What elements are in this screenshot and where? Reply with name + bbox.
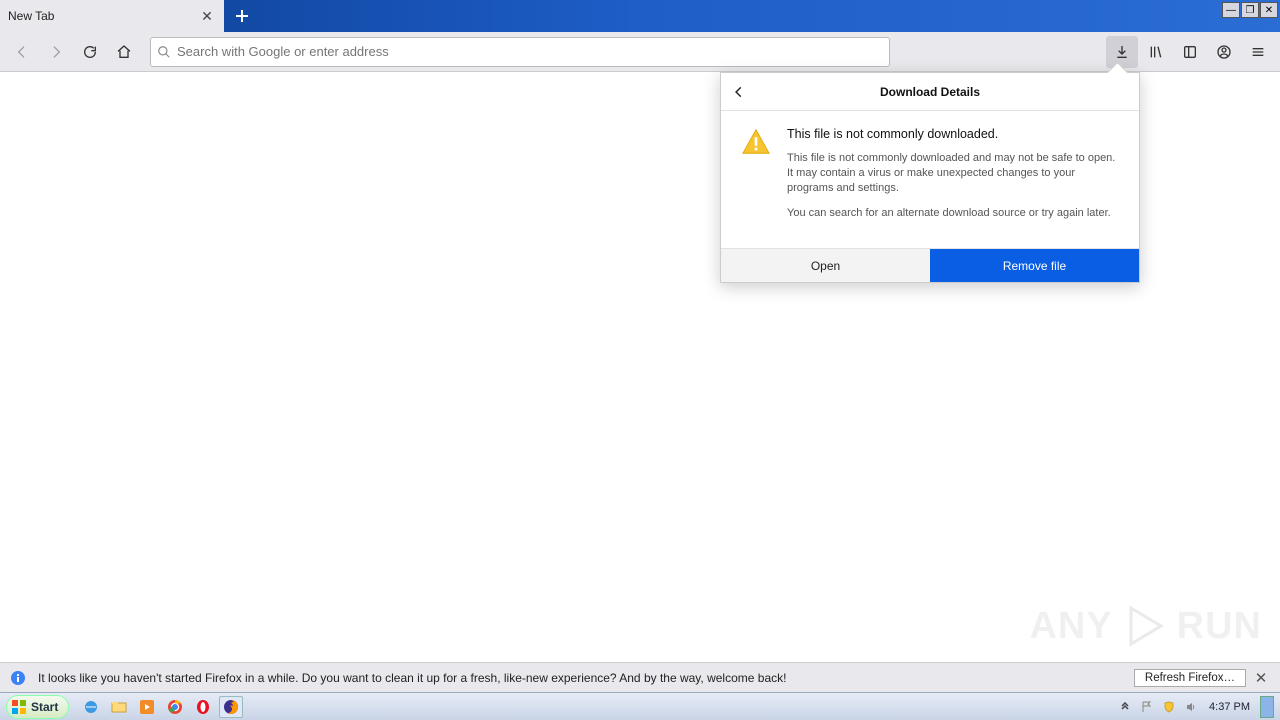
taskbar-ie-icon[interactable]	[79, 696, 103, 718]
window-controls: ― ❐ ✕	[1221, 0, 1280, 32]
minimize-button[interactable]: ―	[1222, 2, 1240, 18]
warning-icon	[741, 127, 771, 230]
back-button[interactable]	[6, 36, 38, 68]
window-titlebar: New Tab ✕ ― ❐ ✕	[0, 0, 1280, 32]
browser-toolbar	[0, 32, 1280, 72]
sidebar-button[interactable]	[1174, 36, 1206, 68]
search-icon	[157, 45, 171, 59]
taskbar-opera-icon[interactable]	[191, 696, 215, 718]
tray-expand-icon[interactable]	[1117, 699, 1133, 715]
tray-volume-icon[interactable]	[1183, 699, 1199, 715]
menu-button[interactable]	[1242, 36, 1274, 68]
tray-flag-icon[interactable]	[1139, 699, 1155, 715]
panel-buttons: Open Remove file	[721, 248, 1139, 282]
panel-body: This file is not commonly downloaded. Th…	[721, 111, 1139, 248]
taskbar-chrome-icon[interactable]	[163, 696, 187, 718]
warning-heading: This file is not commonly downloaded.	[787, 127, 1119, 141]
home-button[interactable]	[108, 36, 140, 68]
taskbar-media-icon[interactable]	[135, 696, 159, 718]
panel-title: Download Details	[721, 85, 1139, 99]
panel-back-button[interactable]	[721, 74, 757, 110]
panel-text: This file is not commonly downloaded. Th…	[787, 127, 1119, 230]
toolbar-right	[1106, 36, 1274, 68]
system-tray: 4:37 PM	[1117, 696, 1280, 718]
taskbar-firefox-icon[interactable]	[219, 696, 243, 718]
reload-button[interactable]	[74, 36, 106, 68]
chevron-left-icon	[732, 85, 746, 99]
windows-logo-icon	[11, 699, 27, 715]
start-label: Start	[31, 700, 58, 714]
start-button[interactable]: Start	[6, 695, 69, 719]
show-desktop-button[interactable]	[1260, 696, 1274, 718]
info-icon	[10, 670, 26, 686]
warning-body-1: This file is not commonly downloaded and…	[787, 151, 1119, 196]
notification-text: It looks like you haven't started Firefo…	[38, 671, 786, 685]
refresh-firefox-button[interactable]: Refresh Firefox…	[1134, 669, 1246, 687]
new-tab-button[interactable]	[224, 0, 260, 32]
forward-button[interactable]	[40, 36, 72, 68]
downloads-button[interactable]	[1106, 36, 1138, 68]
library-button[interactable]	[1140, 36, 1172, 68]
taskbar-explorer-icon[interactable]	[107, 696, 131, 718]
browser-tab[interactable]: New Tab ✕	[0, 0, 224, 32]
tray-clock[interactable]: 4:37 PM	[1205, 701, 1254, 713]
tab-title: New Tab	[8, 9, 54, 23]
warning-body-2: You can search for an alternate download…	[787, 206, 1119, 221]
notification-actions: Refresh Firefox… ✕	[1134, 669, 1270, 687]
maximize-button[interactable]: ❐	[1241, 2, 1259, 18]
open-button[interactable]: Open	[721, 249, 930, 282]
download-details-panel: Download Details This file is not common…	[720, 72, 1140, 283]
notification-bar: It looks like you haven't started Firefo…	[0, 662, 1280, 692]
url-bar[interactable]	[150, 37, 890, 67]
taskbar: Start 4:37 PM	[0, 692, 1280, 720]
close-window-button[interactable]: ✕	[1260, 2, 1278, 18]
url-input[interactable]	[177, 44, 883, 59]
taskbar-apps	[75, 696, 243, 718]
panel-header: Download Details	[721, 73, 1139, 111]
tray-shield-icon[interactable]	[1161, 699, 1177, 715]
account-button[interactable]	[1208, 36, 1240, 68]
notification-close-button[interactable]: ✕	[1252, 669, 1270, 687]
remove-file-button[interactable]: Remove file	[930, 249, 1139, 282]
tab-close-icon[interactable]: ✕	[198, 7, 216, 25]
